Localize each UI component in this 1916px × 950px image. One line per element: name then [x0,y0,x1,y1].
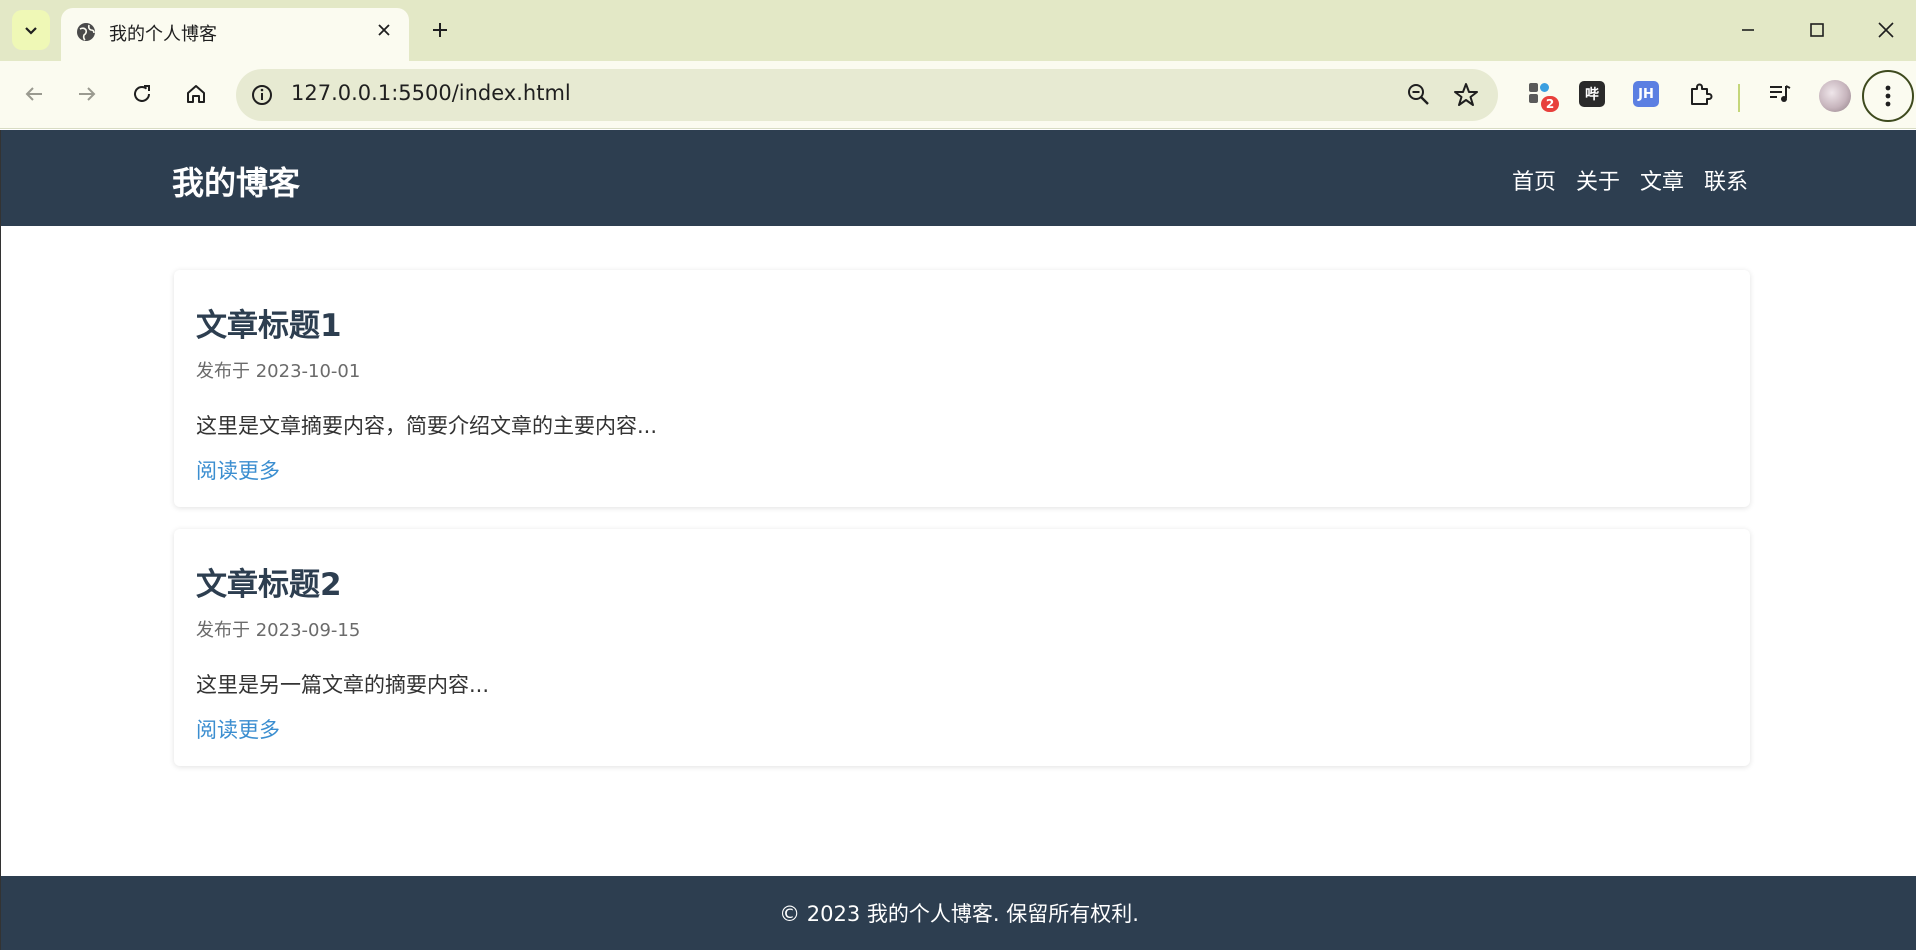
nav-link-articles[interactable]: 文章 [1640,164,1684,196]
bookmark-star-icon[interactable] [1452,81,1480,109]
home-icon[interactable] [179,77,213,111]
extension-apps-icon[interactable]: 2 [1523,77,1559,112]
browser-menu-button[interactable] [1862,70,1914,122]
nav-link-home[interactable]: 首页 [1512,164,1556,196]
browser-tab-bar: 我的个人博客 [0,0,1916,61]
maximize-icon[interactable] [1799,12,1835,48]
profile-avatar[interactable] [1819,80,1851,112]
tab-search-button[interactable] [12,10,50,50]
reload-icon[interactable] [125,77,159,111]
minimize-icon[interactable] [1730,12,1766,48]
read-more-link[interactable]: 阅读更多 [196,714,280,744]
extensions-puzzle-icon[interactable] [1684,77,1718,111]
back-arrow-icon[interactable] [17,77,51,111]
nav-link-contact[interactable]: 联系 [1704,164,1748,196]
extension-badge: 2 [1541,96,1559,112]
post-title[interactable]: 文章标题1 [196,300,342,345]
site-info-icon[interactable] [250,83,274,107]
address-bar[interactable]: 127.0.0.1:5500/index.html [236,69,1498,121]
read-more-link[interactable]: 阅读更多 [196,455,280,485]
jh-extension-label: JH [1633,81,1659,107]
new-tab-plus-icon[interactable] [425,15,455,45]
chevron-down-icon [25,27,37,35]
forward-arrow-icon[interactable] [70,77,104,111]
post-card: 文章标题1 发布于 2023-10-01 这里是文章摘要内容，简要介绍文章的主要… [174,270,1750,507]
footer-copyright: © 2023 我的个人博客. 保留所有权利. [779,902,1139,926]
post-card: 文章标题2 发布于 2023-09-15 这里是另一篇文章的摘要内容... 阅读… [174,529,1750,766]
bilibili-extension-icon[interactable]: 哔 [1575,77,1609,111]
close-tab-icon[interactable] [373,19,395,41]
main-nav: 首页 关于 文章 联系 [1492,164,1748,196]
post-title[interactable]: 文章标题2 [196,559,342,604]
post-excerpt: 这里是另一篇文章的摘要内容... [196,673,490,697]
site-header: 我的博客 首页 关于 文章 联系 [1,130,1916,226]
tab-title: 我的个人博客 [109,24,217,45]
media-control-icon[interactable] [1763,77,1797,111]
zoom-icon[interactable] [1406,82,1432,108]
more-vertical-icon [1885,85,1891,107]
url-text[interactable]: 127.0.0.1:5500/index.html [291,81,571,105]
site-logo[interactable]: 我的博客 [172,158,300,204]
page-viewport: 我的博客 首页 关于 文章 联系 文章标题1 发布于 2023-10-01 这里… [0,130,1916,950]
post-list: 文章标题1 发布于 2023-10-01 这里是文章摘要内容，简要介绍文章的主要… [174,270,1750,788]
post-excerpt: 这里是文章摘要内容，简要介绍文章的主要内容... [196,414,658,438]
post-date: 发布于 2023-09-15 [196,620,361,641]
jh-extension-icon[interactable]: JH [1629,77,1663,111]
bilibili-extension-label: 哔 [1579,81,1605,107]
browser-toolbar: 127.0.0.1:5500/index.html 2 哔 JH [0,61,1916,129]
post-date: 发布于 2023-10-01 [196,361,361,382]
globe-icon [77,23,95,41]
toolbar-separator [1738,84,1740,112]
browser-tab-active[interactable]: 我的个人博客 [61,8,409,61]
site-footer: © 2023 我的个人博客. 保留所有权利. [1,876,1916,950]
close-window-icon[interactable] [1868,12,1904,48]
nav-link-about[interactable]: 关于 [1576,164,1620,196]
